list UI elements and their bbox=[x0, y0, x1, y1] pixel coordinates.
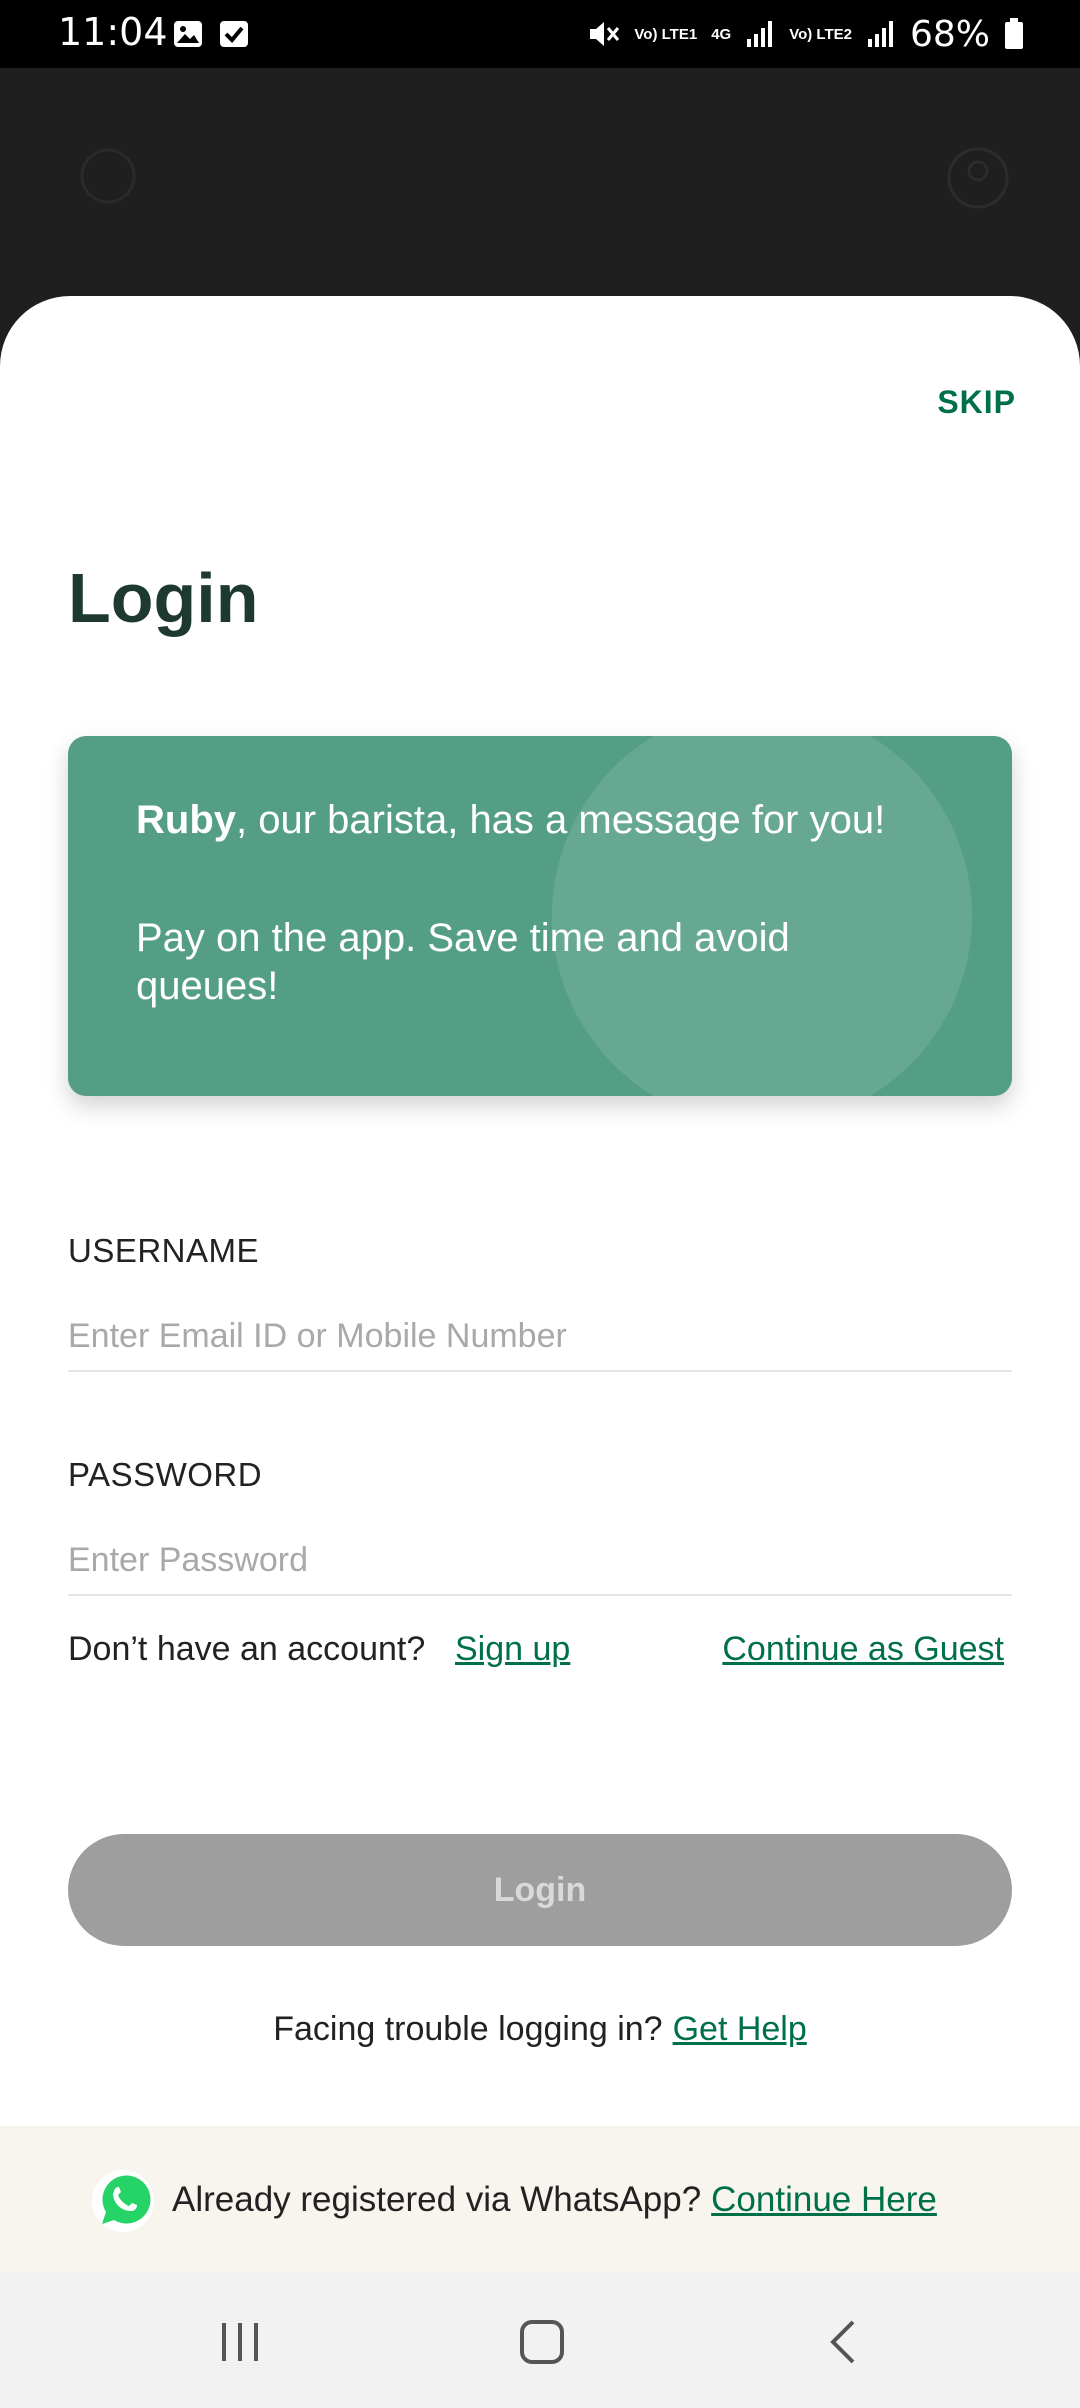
password-input[interactable] bbox=[68, 1526, 1012, 1596]
recents-button[interactable] bbox=[210, 2312, 270, 2372]
password-label: PASSWORD bbox=[68, 1456, 263, 1493]
whatsapp-row: Already registered via WhatsApp? Continue… bbox=[172, 2180, 937, 2220]
no-account-text: Don’t have an account? bbox=[68, 1630, 426, 1668]
whatsapp-icon bbox=[92, 2170, 154, 2232]
continue-as-guest-link[interactable]: Continue as Guest bbox=[722, 1630, 1004, 1669]
battery-icon bbox=[1005, 18, 1023, 49]
help-question: Facing trouble logging in? bbox=[273, 2010, 663, 2048]
continue-here-link[interactable]: Continue Here bbox=[711, 2180, 937, 2219]
barista-message-card: Ruby, our barista, has a message for you… bbox=[68, 736, 1012, 1096]
signal-1-icon bbox=[747, 21, 773, 47]
login-sheet: SKIP Login Ruby, our barista, has a mess… bbox=[0, 296, 1080, 2272]
lte1-indicator: Vo) LTE1 bbox=[634, 25, 698, 43]
help-row: Facing trouble logging in? Get Help bbox=[0, 2010, 1080, 2049]
mute-icon bbox=[590, 22, 620, 46]
barista-message-body: Pay on the app. Save time and avoid queu… bbox=[136, 916, 790, 1008]
lte2-indicator: Vo) LTE2 bbox=[789, 25, 852, 43]
barista-message-heading: Ruby, our barista, has a message for you… bbox=[136, 798, 885, 843]
get-help-link[interactable]: Get Help bbox=[673, 2010, 807, 2048]
status-time: 11:04 bbox=[58, 10, 168, 54]
page-title: Login bbox=[68, 559, 259, 637]
home-button[interactable] bbox=[512, 2312, 572, 2372]
username-input[interactable] bbox=[68, 1302, 1012, 1372]
status-bar: 11:04 Vo) LTE1 4G Vo) LTE2 68% bbox=[0, 0, 1080, 68]
checkbox-notification-icon bbox=[220, 21, 248, 47]
username-label: USERNAME bbox=[68, 1232, 260, 1269]
signal-2-icon bbox=[867, 21, 893, 47]
status-icons: Vo) LTE1 4G Vo) LTE2 68% bbox=[586, 10, 1024, 58]
recents-icon bbox=[222, 2323, 258, 2361]
skip-button[interactable]: SKIP bbox=[937, 384, 1016, 421]
barista-name: Ruby bbox=[136, 798, 236, 842]
gallery-notification-icon bbox=[174, 21, 202, 47]
home-icon bbox=[520, 2320, 564, 2364]
back-button[interactable] bbox=[814, 2312, 874, 2372]
4g-indicator: 4G bbox=[711, 25, 732, 43]
login-button[interactable]: Login bbox=[68, 1834, 1012, 1946]
whatsapp-text: Already registered via WhatsApp? bbox=[172, 2180, 702, 2219]
store-icon bbox=[80, 148, 136, 204]
system-nav-bar bbox=[0, 2272, 1080, 2408]
signup-link[interactable]: Sign up bbox=[455, 1630, 570, 1669]
back-icon bbox=[830, 2320, 855, 2364]
whatsapp-bar: Already registered via WhatsApp? Continue… bbox=[0, 2126, 1080, 2272]
profile-icon bbox=[947, 147, 1009, 209]
battery-percent: 68% bbox=[909, 13, 990, 55]
account-row: Don’t have an account? Sign up Continue … bbox=[68, 1630, 1012, 1678]
barista-message-rest: , our barista, has a message for you! bbox=[236, 798, 886, 842]
